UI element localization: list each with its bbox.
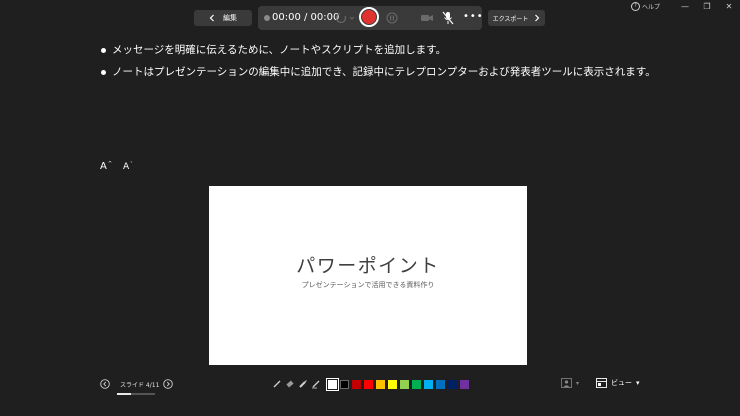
pen-color-swatch[interactable] bbox=[376, 379, 385, 389]
pen-color-swatch[interactable] bbox=[436, 379, 445, 389]
back-label: 編集 bbox=[223, 14, 237, 22]
next-slide-button[interactable] bbox=[163, 379, 173, 389]
inking-toolbar bbox=[272, 377, 469, 391]
decrease-font-glyph: A bbox=[123, 162, 130, 172]
pen-color-swatch[interactable] bbox=[364, 379, 373, 389]
export-button[interactable]: エクスポート bbox=[488, 10, 545, 26]
view-button[interactable]: ビュー ▾ bbox=[596, 378, 640, 388]
highlighter-icon[interactable] bbox=[298, 379, 308, 389]
pen-color-swatch[interactable] bbox=[400, 379, 409, 389]
recording-timer: 00:00 / 00:00 bbox=[272, 12, 340, 23]
slide-counter: スライド 4/11 bbox=[120, 382, 160, 389]
restore-button[interactable]: ❐ bbox=[696, 0, 718, 12]
camera-view-button[interactable]: ▾ bbox=[561, 378, 579, 388]
slide-subtitle: プレゼンテーションで活用できる資料作り bbox=[301, 281, 435, 289]
camera-dropdown-arrow: ▾ bbox=[576, 379, 580, 387]
pen-color-swatch[interactable] bbox=[448, 379, 457, 389]
minimize-button[interactable]: — bbox=[674, 0, 696, 12]
dropdown-chevron-icon[interactable] bbox=[349, 15, 355, 21]
note-item: ノートはプレゼンテーションの編集中に追加でき、記録中にテレプロンプターおよび発表… bbox=[100, 66, 700, 79]
pen-color-swatch[interactable] bbox=[352, 379, 361, 389]
slide-progress-fill bbox=[117, 393, 131, 395]
pen-color-swatch[interactable] bbox=[412, 379, 421, 389]
window-controls: ? ヘルプ — ❐ ✕ bbox=[630, 0, 740, 12]
previous-slide-button[interactable] bbox=[100, 379, 110, 389]
recording-status-icon bbox=[264, 15, 270, 21]
more-options-button[interactable]: ••• bbox=[463, 11, 484, 22]
back-to-edit-button[interactable]: 編集 bbox=[194, 10, 252, 26]
slide-title: パワーポイント bbox=[296, 255, 440, 277]
pen-color-swatch[interactable] bbox=[460, 379, 469, 389]
microphone-off-icon[interactable] bbox=[442, 11, 454, 25]
pause-icon[interactable] bbox=[386, 12, 398, 24]
eraser-icon[interactable] bbox=[285, 379, 295, 389]
chevron-right-icon bbox=[535, 14, 540, 22]
view-label: ビュー bbox=[611, 379, 632, 387]
increase-font-button[interactable]: A^ bbox=[100, 161, 112, 172]
record-icon bbox=[362, 10, 376, 24]
increase-font-glyph: A bbox=[100, 161, 107, 172]
pen-color-swatch[interactable] bbox=[340, 379, 349, 389]
note-item: メッセージを明確に伝えるために、ノートやスクリプトを追加します。 bbox=[100, 44, 700, 57]
decrease-font-button[interactable]: Aˇ bbox=[123, 162, 133, 172]
chevron-left-icon bbox=[209, 14, 214, 22]
slide-preview: パワーポイント プレゼンテーションで活用できる資料作り bbox=[209, 186, 527, 365]
laser-pointer-icon[interactable] bbox=[311, 379, 321, 389]
view-dropdown-arrow: ▾ bbox=[636, 379, 640, 387]
person-frame-icon bbox=[561, 378, 572, 388]
increase-font-mark: ^ bbox=[107, 161, 113, 167]
retake-icon[interactable] bbox=[335, 12, 347, 24]
pen-color-swatch[interactable] bbox=[326, 377, 339, 391]
camera-off-icon[interactable] bbox=[420, 12, 434, 24]
help-icon: ? bbox=[630, 1, 640, 11]
pen-icon[interactable] bbox=[272, 379, 282, 389]
pen-color-swatch[interactable] bbox=[424, 379, 433, 389]
decrease-font-mark: ˇ bbox=[130, 162, 133, 168]
pen-color-palette bbox=[326, 377, 469, 391]
close-button[interactable]: ✕ bbox=[718, 0, 740, 12]
layout-icon bbox=[596, 378, 607, 388]
notes-panel[interactable]: メッセージを明確に伝えるために、ノートやスクリプトを追加します。 ノートはプレゼ… bbox=[100, 44, 700, 88]
export-label: エクスポート bbox=[492, 15, 529, 23]
help-button[interactable]: ? ヘルプ bbox=[630, 1, 660, 11]
pen-color-swatch[interactable] bbox=[388, 379, 397, 389]
help-label: ヘルプ bbox=[641, 3, 660, 11]
